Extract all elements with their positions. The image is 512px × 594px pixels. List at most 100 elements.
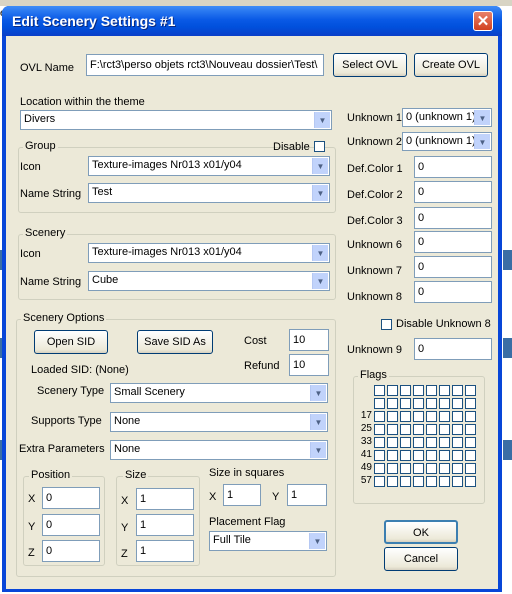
flag-checkbox[interactable]	[465, 476, 476, 487]
placement-flag-select[interactable]: Full Tile ▼	[209, 531, 327, 551]
chevron-down-icon[interactable]: ▼	[474, 110, 490, 125]
scenery-icon-select[interactable]: Texture-images Nr013 x01/y04 ▼	[88, 243, 330, 263]
unknown9-field[interactable]: 0	[414, 338, 492, 360]
flag-checkbox[interactable]	[452, 424, 463, 435]
scenery-name-string-select[interactable]: Cube ▼	[88, 271, 330, 291]
group-disable-checkbox[interactable]	[314, 141, 325, 152]
save-sid-as-button[interactable]: Save SID As	[137, 330, 213, 354]
flag-checkbox[interactable]	[400, 411, 411, 422]
group-icon-select[interactable]: Texture-images Nr013 x01/y04 ▼	[88, 156, 330, 176]
flag-checkbox[interactable]	[413, 385, 424, 396]
flag-checkbox[interactable]	[465, 463, 476, 474]
unknown7-field[interactable]: 0	[414, 256, 492, 278]
size-y-field[interactable]: 1	[136, 514, 194, 536]
unknown2-select[interactable]: 0 (unknown 1) ▼	[402, 132, 492, 151]
flag-checkbox[interactable]	[465, 385, 476, 396]
flag-checkbox[interactable]	[374, 463, 385, 474]
flag-checkbox[interactable]	[387, 437, 398, 448]
flag-checkbox[interactable]	[413, 450, 424, 461]
size-x-field[interactable]: 1	[136, 488, 194, 510]
flag-checkbox[interactable]	[387, 411, 398, 422]
flag-checkbox[interactable]	[374, 385, 385, 396]
chevron-down-icon[interactable]: ▼	[310, 414, 326, 430]
flag-checkbox[interactable]	[374, 437, 385, 448]
flag-checkbox[interactable]	[439, 424, 450, 435]
flag-checkbox[interactable]	[465, 398, 476, 409]
unknown1-select[interactable]: 0 (unknown 1) ▼	[402, 108, 492, 127]
scenery-type-select[interactable]: Small Scenery ▼	[110, 383, 328, 403]
chevron-down-icon[interactable]: ▼	[310, 442, 326, 458]
flag-checkbox[interactable]	[374, 450, 385, 461]
disable-unknown8-checkbox[interactable]	[381, 319, 392, 330]
extra-parameters-select[interactable]: None ▼	[110, 440, 328, 460]
flag-checkbox[interactable]	[413, 424, 424, 435]
refund-field[interactable]: 10	[289, 354, 329, 376]
flag-checkbox[interactable]	[387, 463, 398, 474]
flag-checkbox[interactable]	[374, 476, 385, 487]
chevron-down-icon[interactable]: ▼	[312, 245, 328, 261]
flag-checkbox[interactable]	[426, 437, 437, 448]
flag-checkbox[interactable]	[387, 398, 398, 409]
flag-checkbox[interactable]	[465, 437, 476, 448]
chevron-down-icon[interactable]: ▼	[474, 134, 490, 149]
flag-checkbox[interactable]	[426, 424, 437, 435]
flag-checkbox[interactable]	[374, 411, 385, 422]
flag-checkbox[interactable]	[439, 450, 450, 461]
flag-checkbox[interactable]	[426, 476, 437, 487]
def-color2-field[interactable]: 0	[414, 181, 492, 203]
flag-checkbox[interactable]	[400, 463, 411, 474]
flag-checkbox[interactable]	[439, 463, 450, 474]
flag-checkbox[interactable]	[400, 437, 411, 448]
flag-checkbox[interactable]	[439, 411, 450, 422]
squares-x-field[interactable]: 1	[223, 484, 261, 506]
flag-checkbox[interactable]	[413, 411, 424, 422]
flag-checkbox[interactable]	[413, 437, 424, 448]
size-z-field[interactable]: 1	[136, 540, 194, 562]
position-y-field[interactable]: 0	[42, 514, 100, 536]
def-color1-field[interactable]: 0	[414, 156, 492, 178]
def-color3-field[interactable]: 0	[414, 207, 492, 229]
flag-checkbox[interactable]	[452, 411, 463, 422]
flag-checkbox[interactable]	[400, 476, 411, 487]
chevron-down-icon[interactable]: ▼	[309, 533, 325, 549]
flag-checkbox[interactable]	[387, 424, 398, 435]
flag-checkbox[interactable]	[452, 437, 463, 448]
unknown6-field[interactable]: 0	[414, 231, 492, 253]
flag-checkbox[interactable]	[439, 476, 450, 487]
position-z-field[interactable]: 0	[42, 540, 100, 562]
flag-checkbox[interactable]	[413, 476, 424, 487]
supports-type-select[interactable]: None ▼	[110, 412, 328, 432]
flag-checkbox[interactable]	[465, 411, 476, 422]
chevron-down-icon[interactable]: ▼	[314, 112, 330, 128]
ovl-name-field[interactable]: F:\rct3\perso objets rct3\Nouveau dossie…	[86, 54, 324, 76]
create-ovl-button[interactable]: Create OVL	[414, 53, 488, 77]
close-button[interactable]: ✕	[473, 11, 493, 31]
flag-checkbox[interactable]	[439, 385, 450, 396]
flag-checkbox[interactable]	[426, 411, 437, 422]
flag-checkbox[interactable]	[374, 398, 385, 409]
chevron-down-icon[interactable]: ▼	[312, 273, 328, 289]
flag-checkbox[interactable]	[400, 424, 411, 435]
ok-button[interactable]: OK	[384, 520, 458, 544]
flag-checkbox[interactable]	[426, 385, 437, 396]
unknown8-field[interactable]: 0	[414, 281, 492, 303]
flag-checkbox[interactable]	[387, 385, 398, 396]
cancel-button[interactable]: Cancel	[384, 547, 458, 571]
flag-checkbox[interactable]	[426, 450, 437, 461]
flag-checkbox[interactable]	[413, 398, 424, 409]
select-ovl-button[interactable]: Select OVL	[333, 53, 407, 77]
flag-checkbox[interactable]	[426, 398, 437, 409]
group-name-string-select[interactable]: Test ▼	[88, 183, 330, 203]
flag-checkbox[interactable]	[465, 424, 476, 435]
flag-checkbox[interactable]	[452, 385, 463, 396]
location-select[interactable]: Divers ▼	[20, 110, 332, 130]
flag-checkbox[interactable]	[374, 424, 385, 435]
chevron-down-icon[interactable]: ▼	[310, 385, 326, 401]
flag-checkbox[interactable]	[413, 463, 424, 474]
cost-field[interactable]: 10	[289, 329, 329, 351]
flag-checkbox[interactable]	[452, 450, 463, 461]
title-bar[interactable]: Edit Scenery Settings #1 ✕	[2, 6, 502, 36]
chevron-down-icon[interactable]: ▼	[312, 185, 328, 201]
flag-checkbox[interactable]	[452, 398, 463, 409]
flag-checkbox[interactable]	[400, 450, 411, 461]
